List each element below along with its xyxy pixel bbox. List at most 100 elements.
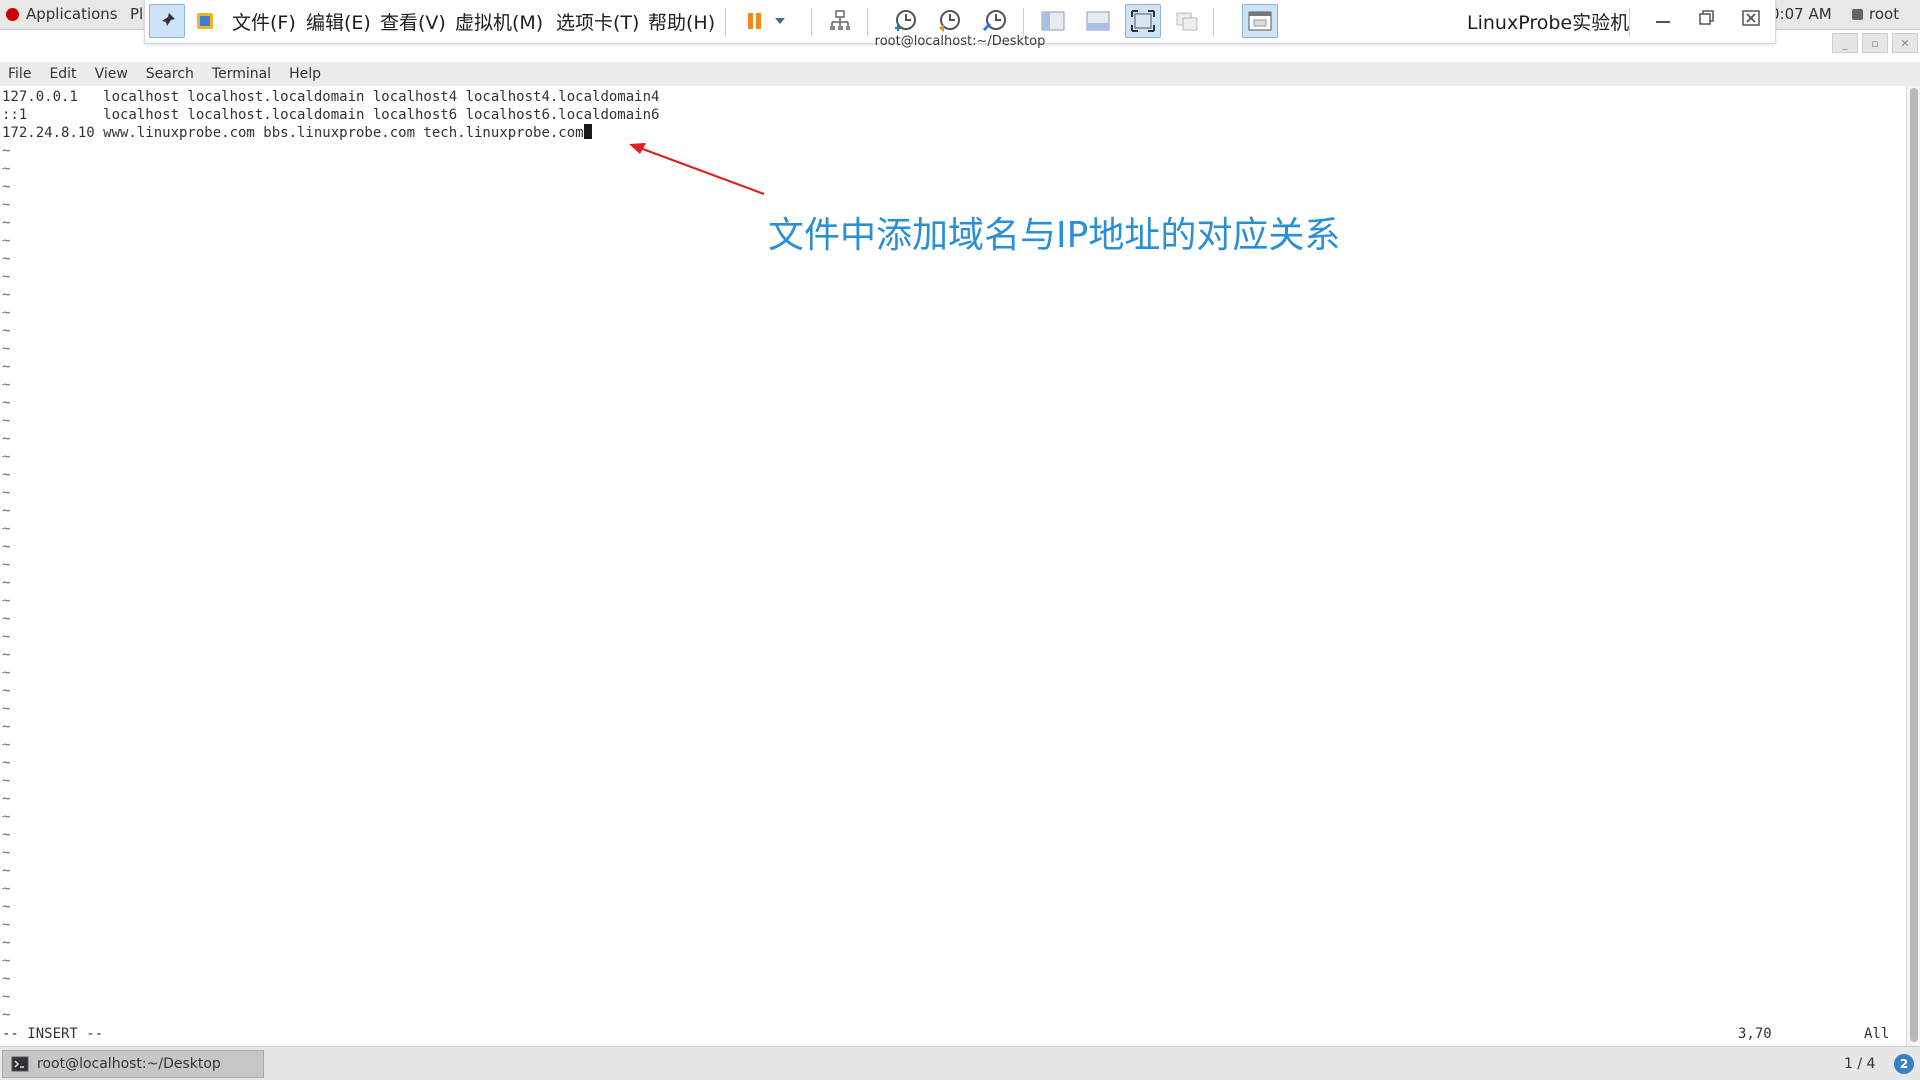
empty-line-marker: ~ <box>2 809 11 825</box>
vm-close-button[interactable] <box>1741 8 1761 33</box>
empty-line-marker: ~ <box>2 971 11 987</box>
terminal-minimize-button[interactable]: _ <box>1832 33 1858 53</box>
terminal-window-title: root@localhost:~/Desktop <box>874 34 1046 49</box>
menu-tabs[interactable]: 选项卡(T) <box>556 8 639 35</box>
toolbar-separator <box>1023 8 1024 36</box>
power-dropdown-button[interactable] <box>769 4 791 38</box>
revert-snapshot-button[interactable] <box>931 4 967 38</box>
show-library-button[interactable] <box>1035 4 1071 38</box>
applications-label: Applications <box>26 5 118 23</box>
empty-line-marker: ~ <box>2 215 11 231</box>
menu-terminal[interactable]: Terminal <box>212 66 271 82</box>
pin-toolbar-button[interactable] <box>149 4 185 38</box>
menu-help[interactable]: 帮助(H) <box>648 8 715 35</box>
chevron-down-icon <box>775 18 785 24</box>
empty-line-marker: ~ <box>2 827 11 843</box>
applications-menu[interactable]: Applications <box>6 5 118 23</box>
empty-line-marker: ~ <box>2 953 11 969</box>
places-menu[interactable]: Pl <box>130 5 143 23</box>
bottom-taskbar: root@localhost:~/Desktop 1 / 4 2 <box>0 1046 1920 1080</box>
empty-line-marker: ~ <box>2 557 11 573</box>
user-icon <box>1852 8 1863 20</box>
vm-minimize-button[interactable] <box>1653 8 1673 33</box>
unity-button[interactable] <box>1169 4 1205 38</box>
fullscreen-icon <box>1131 10 1155 32</box>
empty-line-marker: ~ <box>2 647 11 663</box>
empty-line-marker: ~ <box>2 341 11 357</box>
menu-vm[interactable]: 虚拟机(M) <box>455 8 543 35</box>
snapshot-manager-button[interactable] <box>977 4 1013 38</box>
clock-manage-icon <box>982 10 1006 32</box>
terminal-close-button[interactable]: ✕ <box>1892 33 1918 53</box>
empty-line-marker: ~ <box>2 665 11 681</box>
empty-line-marker: ~ <box>2 773 11 789</box>
clock-plus-icon <box>895 10 916 31</box>
empty-line-marker: ~ <box>2 305 11 321</box>
terminal-icon <box>11 1056 29 1072</box>
minimize-icon: _ <box>1842 36 1848 50</box>
menu-view[interactable]: View <box>95 66 128 82</box>
menu-edit[interactable]: 编辑(E) <box>306 8 371 35</box>
terminal-scrollbar[interactable] <box>1906 86 1920 1046</box>
empty-line-marker: ~ <box>2 701 11 717</box>
show-thumbnails-button[interactable] <box>1080 4 1116 38</box>
empty-line-marker: ~ <box>2 467 11 483</box>
empty-line-marker: ~ <box>2 593 11 609</box>
notification-badge[interactable]: 2 <box>1894 1054 1914 1074</box>
restore-icon <box>1699 10 1714 25</box>
empty-line-marker: ~ <box>2 197 11 213</box>
fullscreen-button[interactable] <box>1125 4 1161 38</box>
empty-line-marker: ~ <box>2 881 11 897</box>
empty-line-marker: ~ <box>2 791 11 807</box>
user-name: root <box>1869 5 1900 23</box>
user-menu[interactable]: root <box>1852 5 1899 23</box>
empty-line-marker: ~ <box>2 143 11 159</box>
hosts-line-added: 172.24.8.10 www.linuxprobe.com bbs.linux… <box>2 124 592 142</box>
close-icon: ✕ <box>1900 36 1910 50</box>
menu-view[interactable]: 查看(V) <box>380 8 446 35</box>
taskbar-item-label: root@localhost:~/Desktop <box>37 1056 221 1072</box>
clock-revert-icon <box>939 10 960 32</box>
annotation-text: 文件中添加域名与IP地址的对应关系 <box>768 215 1341 256</box>
minimize-icon <box>1656 21 1670 23</box>
empty-line-marker: ~ <box>2 359 11 375</box>
empty-line-marker: ~ <box>2 251 11 267</box>
vm-restore-button[interactable] <box>1697 8 1717 33</box>
taskbar-terminal-item[interactable]: root@localhost:~/Desktop <box>2 1050 264 1078</box>
empty-line-marker: ~ <box>2 395 11 411</box>
snapshot-button[interactable] <box>887 4 923 38</box>
workspace-indicator[interactable]: 1 / 4 <box>1844 1056 1875 1072</box>
terminal-maximize-button[interactable]: ▫ <box>1862 33 1888 53</box>
empty-line-marker: ~ <box>2 161 11 177</box>
empty-line-marker: ~ <box>2 179 11 195</box>
console-view-button[interactable] <box>1242 4 1278 38</box>
scrollbar-thumb[interactable] <box>1910 88 1918 1042</box>
cursor-position: 3,70 <box>1738 1026 1772 1042</box>
pause-button[interactable] <box>737 4 773 38</box>
send-ctrl-alt-del-button[interactable] <box>822 4 858 38</box>
vm-library-icon <box>197 13 213 29</box>
clock[interactable]: 0:07 AM <box>1770 5 1832 23</box>
toolbar-separator <box>867 8 868 36</box>
menu-file[interactable]: File <box>8 66 31 82</box>
toolbar-separator <box>1629 8 1630 36</box>
empty-line-marker: ~ <box>2 899 11 915</box>
unity-icon <box>1176 12 1198 31</box>
empty-line-marker: ~ <box>2 1007 11 1023</box>
terminal-window-controls: _ ▫ ✕ <box>1832 33 1918 53</box>
toolbar-separator <box>811 8 812 36</box>
console-view-icon <box>1248 11 1272 31</box>
menu-file[interactable]: 文件(F) <box>232 8 296 35</box>
scroll-position: All <box>1864 1026 1890 1042</box>
menu-search[interactable]: Search <box>146 66 194 82</box>
menu-help[interactable]: Help <box>289 66 321 82</box>
hosts-line: 127.0.0.1 localhost localhost.localdomai… <box>2 89 660 105</box>
toolbar-separator <box>1213 8 1214 36</box>
pin-icon <box>160 13 175 28</box>
hosts-line: ::1 localhost localhost.localdomain loca… <box>2 107 660 123</box>
terminal-menubar: File Edit View Search Terminal Help <box>0 62 1920 86</box>
vm-library-button[interactable] <box>187 4 223 38</box>
empty-line-marker: ~ <box>2 413 11 429</box>
empty-line-marker: ~ <box>2 539 11 555</box>
menu-edit[interactable]: Edit <box>49 66 76 82</box>
